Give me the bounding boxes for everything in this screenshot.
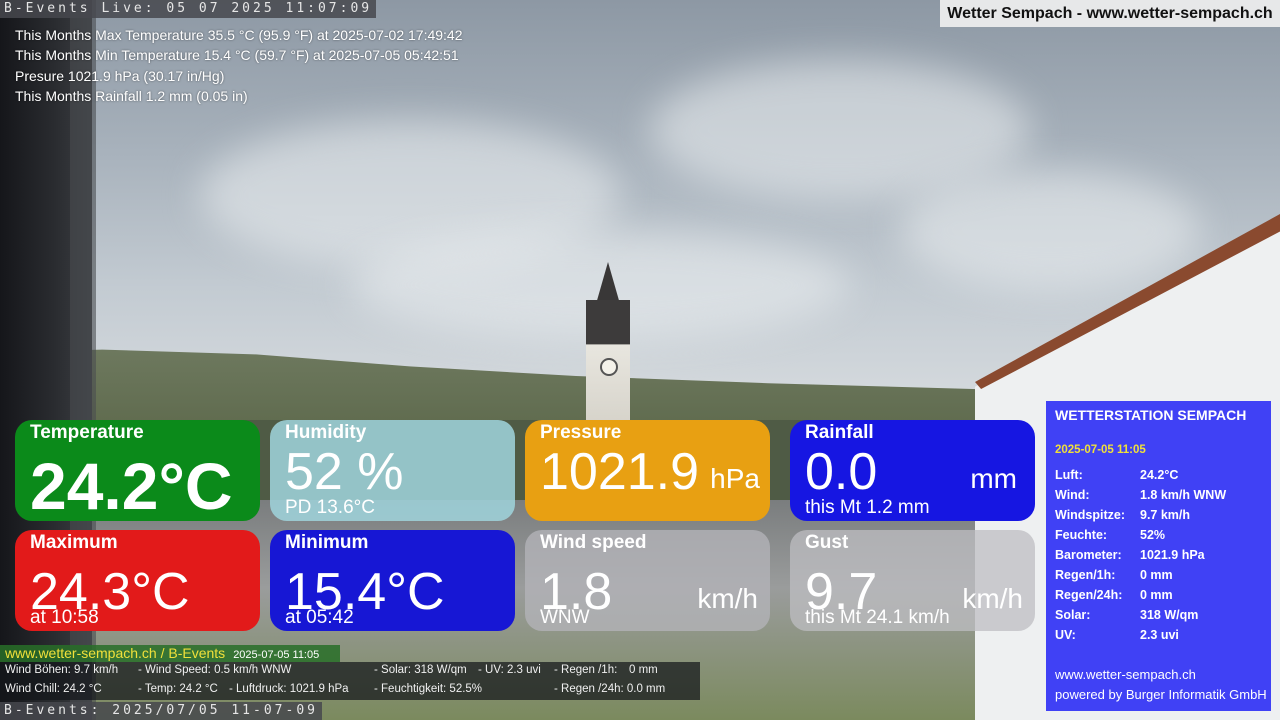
strip-timestamp: 2025-07-05 11:05 — [233, 649, 320, 661]
info-rain-1h-label: - Regen /1h: — [554, 664, 618, 676]
tile-value: 0.0 — [805, 443, 878, 501]
tile-unit: km/h — [697, 583, 758, 614]
info-pressure: - Luftdruck: 1021.9 hPa — [229, 683, 349, 695]
station-row-label: Wind: — [1055, 488, 1090, 502]
info-rain-24h: - Regen /24h: 0.0 mm — [554, 683, 666, 695]
tile-sub: at 05:42 — [285, 607, 354, 628]
tile-unit: hPa — [710, 463, 760, 494]
tile-humidity: Humidity 52 % PD 13.6°C — [270, 420, 515, 521]
station-row-value: 1021.9 hPa — [1140, 548, 1205, 562]
tile-wind-speed: Wind speed 1.8 km/h WNW — [525, 530, 770, 631]
station-row-value: 0 mm — [1140, 588, 1173, 602]
station-row-label: Solar: — [1055, 608, 1091, 622]
tile-sub: at 10:58 — [30, 607, 99, 628]
station-row-label: Feuchte: — [1055, 528, 1108, 542]
tile-sub: this Mt 1.2 mm — [805, 497, 930, 518]
tile-title: Maximum — [30, 532, 118, 553]
info-rain-1h-value: 0 mm — [629, 664, 658, 676]
tile-sub: WNW — [540, 607, 590, 628]
month-max-temp: This Months Max Temperature 35.5 °C (95.… — [15, 27, 463, 43]
station-row-label: Regen/1h: — [1055, 568, 1116, 582]
tile-gust: Gust 9.7 km/h this Mt 24.1 km/h — [790, 530, 1035, 631]
station-row: UV: 2.3 uvi — [1055, 628, 1265, 648]
station-row-label: UV: — [1055, 628, 1076, 642]
info-wind-speed: - Wind Speed: 0.5 km/h WNW — [138, 664, 292, 676]
station-row-value: 318 W/qm — [1140, 608, 1199, 622]
station-row: Regen/1h: 0 mm — [1055, 568, 1265, 588]
info-humidity: - Feuchtigkeit: 52.5% — [374, 683, 483, 695]
info-wind-gust: Wind Böhen: 9.7 km/h — [5, 664, 119, 676]
station-row: Luft: 24.2°C — [1055, 468, 1265, 488]
info-temp: - Temp: 24.2 °C — [138, 683, 218, 695]
tile-value: 24.2°C — [30, 449, 233, 521]
station-footer-credit: powered by Burger Informatik GmbH — [1055, 687, 1267, 702]
station-row-value: 2.3 uvi — [1140, 628, 1179, 642]
info-wind-chill: Wind Chill: 24.2 °C — [5, 683, 102, 695]
month-stats: This Months Max Temperature 35.5 °C (95.… — [15, 25, 463, 106]
station-row: Solar: 318 W/qm — [1055, 608, 1265, 628]
tile-rainfall: Rainfall 0.0 mm this Mt 1.2 mm — [790, 420, 1035, 521]
tile-value: 52 % — [285, 443, 404, 501]
station-title: WETTERSTATION SEMPACH — [1055, 407, 1247, 423]
station-date: 2025-07-05 11:05 — [1055, 444, 1146, 456]
tile-title: Minimum — [285, 532, 369, 553]
station-row-label: Windspitze: — [1055, 508, 1126, 522]
info-uv: - UV: 2.3 uvi — [478, 664, 541, 676]
month-rainfall: This Months Rainfall 1.2 mm (0.05 in) — [15, 87, 248, 104]
station-row-label: Barometer: — [1055, 548, 1122, 562]
station-row: Wind: 1.8 km/h WNW — [1055, 488, 1265, 508]
tile-value: 1021.9 — [540, 443, 700, 501]
tile-maximum: Maximum 24.3°C at 10:58 — [15, 530, 260, 631]
tile-temperature: Temperature 24.2°C — [15, 420, 260, 521]
tile-title: Gust — [805, 532, 849, 553]
tile-title: Temperature — [30, 422, 144, 443]
month-pressure: Presure 1021.9 hPa (30.17 in/Hg) — [15, 67, 225, 84]
station-row: Regen/24h: 0 mm — [1055, 588, 1265, 608]
station-row-value: 52% — [1140, 528, 1166, 542]
station-row-label: Luft: — [1055, 468, 1083, 482]
station-panel: WETTERSTATION SEMPACH 2025-07-05 11:05 L… — [1046, 401, 1271, 711]
station-footer-url[interactable]: www.wetter-sempach.ch — [1055, 667, 1196, 682]
station-row-label: Regen/24h: — [1055, 588, 1123, 602]
station-row-value: 24.2°C — [1140, 468, 1179, 482]
camera-timestamp-top: B-Events Live: 05 07 2025 11:07:09 — [0, 0, 377, 18]
tile-pressure: Pressure 1021.9 hPa — [525, 420, 770, 521]
tile-sub: PD 13.6°C — [285, 497, 375, 518]
site-strip: www.wetter-sempach.ch / B-Events 2025-07-… — [0, 645, 340, 662]
station-row-value: 9.7 km/h — [1140, 508, 1191, 522]
site-url-link[interactable]: www.wetter-sempach.ch / B-Events — [0, 645, 225, 661]
church-clock — [600, 358, 618, 376]
tile-title: Pressure — [540, 422, 622, 443]
station-row: Barometer: 1021.9 hPa — [1055, 548, 1265, 568]
station-row-value: 1.8 km/h WNW — [1140, 488, 1227, 502]
tile-unit: mm — [970, 463, 1017, 494]
station-row: Windspitze: 9.7 km/h — [1055, 508, 1265, 528]
camera-timestamp-bottom: B-Events: 2025/07/05 11-07-09 — [0, 702, 322, 720]
site-brand[interactable]: Wetter Sempach - www.wetter-sempach.ch — [940, 0, 1280, 27]
info-solar: - Solar: 318 W/qm — [374, 664, 467, 676]
station-row-value: 0 mm — [1140, 568, 1173, 582]
info-bar: Wind Böhen: 9.7 km/h - Wind Speed: 0.5 k… — [0, 662, 700, 700]
tile-unit: km/h — [962, 583, 1023, 614]
tile-minimum: Minimum 15.4°C at 05:42 — [270, 530, 515, 631]
station-row: Feuchte: 52% — [1055, 528, 1265, 548]
tile-title: Wind speed — [540, 532, 647, 553]
month-min-temp: This Months Min Temperature 15.4 °C (59.… — [15, 47, 459, 64]
tile-title: Humidity — [285, 422, 367, 443]
tile-sub: this Mt 24.1 km/h — [805, 607, 950, 628]
tile-title: Rainfall — [805, 422, 874, 443]
